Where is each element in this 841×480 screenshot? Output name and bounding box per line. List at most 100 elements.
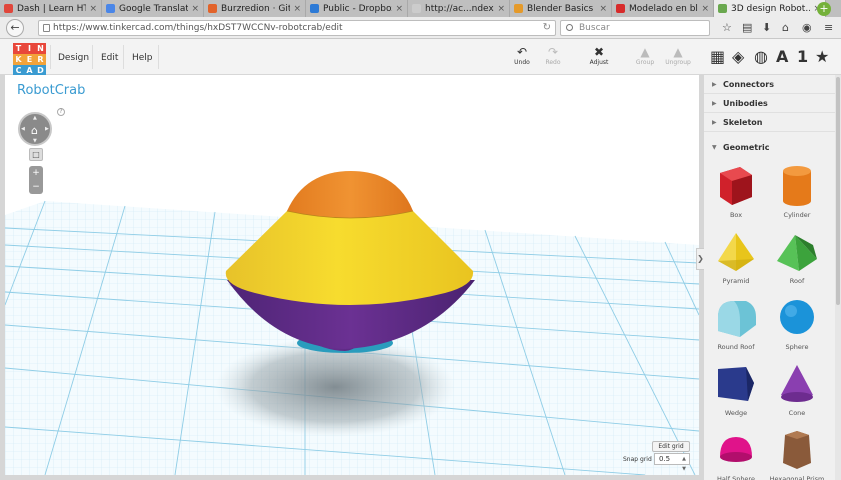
category-label: Connectors: [723, 80, 774, 89]
library-icon[interactable]: ▤: [742, 21, 752, 34]
back-button[interactable]: ←: [6, 19, 24, 37]
tab-close-icon[interactable]: ×: [395, 4, 403, 14]
group-button[interactable]: ▲ Group: [630, 45, 660, 66]
pocket-icon[interactable]: ◉: [802, 21, 812, 34]
shape-label: Half Sphere: [717, 475, 755, 480]
browser-tab[interactable]: Google Translate ×: [102, 0, 204, 17]
shape-cone[interactable]: Cone: [767, 361, 827, 427]
tab-close-icon[interactable]: ×: [701, 4, 709, 14]
tab-close-icon[interactable]: ×: [191, 4, 199, 14]
browser-tab[interactable]: Burzredion · Git...×: [204, 0, 306, 17]
tab-close-icon[interactable]: ×: [497, 4, 505, 14]
shape-label: Cone: [788, 409, 806, 417]
menu-edit[interactable]: Edit: [101, 53, 118, 63]
roof-icon: [777, 235, 817, 271]
menu-icon[interactable]: ≡: [824, 21, 833, 34]
scrollbar-thumb[interactable]: [836, 77, 840, 305]
logo-letter: E: [24, 54, 35, 65]
tab-favicon-icon: [514, 4, 523, 13]
shape-box[interactable]: Box: [706, 163, 766, 229]
chevron-updown-icon: ▲ ▼: [682, 456, 686, 472]
reload-icon[interactable]: ↻: [543, 22, 551, 33]
shapes-icon[interactable]: ◍: [754, 47, 768, 66]
star-icon[interactable]: ☆: [722, 21, 732, 34]
tab-close-icon[interactable]: ×: [599, 4, 607, 14]
triangle-right-icon: ▶: [712, 119, 717, 126]
edit-grid-button[interactable]: Edit grid: [652, 441, 690, 452]
address-bar[interactable]: https://www.tinkercad.com/things/hxDST7W…: [38, 20, 556, 36]
tab-close-icon[interactable]: ×: [89, 4, 97, 14]
search-input[interactable]: Buscar: [560, 20, 710, 36]
pyramid-icon: [718, 233, 754, 271]
design-title[interactable]: RobotCrab: [17, 83, 85, 98]
menu-help[interactable]: Help: [132, 53, 153, 63]
shape-label: Roof: [789, 277, 805, 285]
view-orbit-control[interactable]: ▲ ▼ ◀ ▶ ⌂: [18, 112, 52, 146]
zoom-in-button[interactable]: +: [29, 166, 43, 180]
help-icon[interactable]: ?: [57, 108, 65, 116]
browser-tab[interactable]: 3D design Robot...×: [714, 0, 826, 17]
tinkercad-logo[interactable]: TINKERCAD: [13, 43, 46, 76]
category-geometric[interactable]: ▼ Geometric: [704, 138, 835, 157]
panel-scrollbar[interactable]: [835, 75, 841, 480]
logo-letter: K: [13, 54, 24, 65]
text-icon[interactable]: A: [776, 47, 788, 66]
browser-tab[interactable]: Public - Dropbox ×: [306, 0, 408, 17]
zoom-out-button[interactable]: −: [29, 180, 43, 194]
favorites-star-icon[interactable]: ★: [815, 47, 829, 66]
shape-cylinder[interactable]: Cylinder: [767, 163, 827, 229]
home-view-icon[interactable]: ⌂: [31, 124, 38, 137]
browser-nav-bar: ← https://www.tinkercad.com/things/hxDST…: [0, 17, 841, 39]
tab-favicon-icon: [106, 4, 115, 13]
tab-favicon-icon: [208, 4, 217, 13]
adjust-button[interactable]: ✖ Adjust: [584, 45, 614, 66]
shape-sphere[interactable]: Sphere: [767, 295, 827, 361]
cube-icon[interactable]: ◈: [732, 47, 744, 66]
shape-pyramid[interactable]: Pyramid: [706, 229, 766, 295]
shape-half-sphere[interactable]: Half Sphere: [706, 427, 766, 480]
tab-close-icon[interactable]: ×: [293, 4, 301, 14]
cylinder-icon: [783, 166, 811, 206]
workplane-icon[interactable]: ▦: [710, 47, 725, 66]
browser-tab[interactable]: Modelado en bl...×: [612, 0, 714, 17]
box-icon: [720, 167, 752, 205]
tab-favicon-icon: [310, 4, 319, 13]
triangle-right-icon: ▶: [712, 100, 717, 107]
shape-label: Wedge: [724, 409, 748, 417]
category-connectors[interactable]: ▶ Connectors: [704, 75, 835, 94]
round-roof-icon: [718, 301, 756, 337]
menu-design[interactable]: Design: [58, 53, 89, 63]
ungroup-button[interactable]: ▲ Ungroup: [663, 45, 693, 66]
redo-button[interactable]: ↷ Redo: [538, 45, 568, 66]
divider: [50, 45, 51, 69]
category-label: Unibodies: [723, 99, 768, 108]
number-icon[interactable]: 1: [797, 47, 808, 66]
new-tab-button[interactable]: +: [817, 2, 831, 16]
shape-label: Sphere: [785, 343, 809, 351]
zoom-control[interactable]: + −: [29, 166, 43, 194]
category-skeleton[interactable]: ▶ Skeleton: [704, 113, 835, 132]
category-unibodies[interactable]: ▶ Unibodies: [704, 94, 835, 113]
shape-hexagonal-prism[interactable]: Hexagonal Prism: [767, 427, 827, 480]
adjust-label: Adjust: [589, 59, 609, 66]
logo-letter: I: [24, 43, 35, 54]
shape-roof[interactable]: Roof: [767, 229, 827, 295]
download-icon[interactable]: ⬇: [762, 21, 771, 34]
design-viewport[interactable]: RobotCrab ? ▲ ▼ ◀ ▶ ⌂ □ + − Edit grid Sn…: [5, 75, 699, 475]
workplane-canvas[interactable]: [5, 75, 699, 475]
home-icon[interactable]: ⌂: [782, 21, 789, 34]
triangle-down-icon: ▼: [712, 144, 717, 151]
snap-grid-select[interactable]: 0.5 ▲ ▼: [654, 453, 690, 472]
group-label: Group: [635, 59, 655, 66]
shape-wedge[interactable]: Wedge: [706, 361, 766, 427]
undo-button[interactable]: ↶ Undo: [507, 45, 537, 66]
logo-letter: N: [35, 43, 46, 54]
shape-label: Pyramid: [722, 277, 750, 285]
fit-view-button[interactable]: □: [29, 148, 43, 161]
shape-round-roof[interactable]: Round Roof: [706, 295, 766, 361]
browser-tab[interactable]: Blender Basics « ...×: [510, 0, 612, 17]
browser-tab[interactable]: Dash | Learn HT...×: [0, 0, 102, 17]
orange-dome-shape[interactable]: [287, 171, 413, 218]
undo-icon: ↶: [516, 45, 528, 59]
browser-tab[interactable]: http://ac...ndex.html×: [408, 0, 510, 17]
